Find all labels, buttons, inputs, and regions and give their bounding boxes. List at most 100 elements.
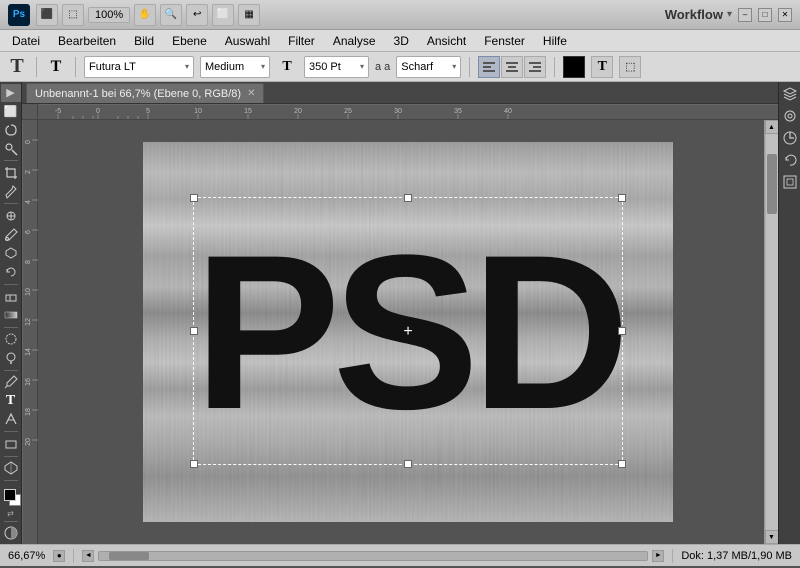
- svg-text:0: 0: [96, 108, 100, 115]
- crop-tool[interactable]: [1, 164, 21, 182]
- canvas-tab[interactable]: Unbenannt-1 bei 66,7% (Ebene 0, RGB/8) ✕: [26, 83, 264, 103]
- svg-text:12: 12: [25, 318, 32, 326]
- hscroll-right-button[interactable]: ►: [652, 550, 664, 562]
- eyedropper-tool[interactable]: [1, 183, 21, 201]
- vscroll-track[interactable]: [766, 134, 778, 530]
- history-state-icon[interactable]: ⬚: [62, 4, 84, 26]
- brush-tool[interactable]: [1, 226, 21, 244]
- view-extras-icon[interactable]: ⬜: [212, 4, 234, 26]
- menu-bild[interactable]: Bild: [126, 32, 162, 50]
- brush-icon: [4, 228, 18, 242]
- adjustments-panel-icon[interactable]: [780, 128, 800, 148]
- align-left-button[interactable]: [478, 56, 500, 78]
- menu-datei[interactable]: Datei: [4, 32, 48, 50]
- gradient-tool[interactable]: [1, 306, 21, 324]
- dodge-tool[interactable]: [1, 349, 21, 367]
- svg-text:40: 40: [504, 108, 512, 115]
- channels-icon: [782, 108, 798, 124]
- path-selection-tool[interactable]: [1, 411, 21, 429]
- character-panel-icon[interactable]: ⬚: [619, 56, 641, 78]
- foreground-color[interactable]: [4, 489, 16, 501]
- shape-icon: [4, 437, 18, 451]
- workflow-label: Workflow: [665, 7, 723, 22]
- blur-tool[interactable]: [1, 330, 21, 348]
- adjustments-icon: [782, 130, 798, 146]
- vertical-scrollbar[interactable]: ▲ ▼: [764, 120, 778, 544]
- close-tab-icon[interactable]: ✕: [247, 88, 255, 99]
- vscroll-up-button[interactable]: ▲: [765, 120, 779, 134]
- aa-dropdown[interactable]: Scharf ▾: [396, 56, 461, 78]
- hscroll-left-button[interactable]: ◄: [82, 550, 94, 562]
- layers-panel-icon[interactable]: [780, 84, 800, 104]
- quick-mask-tool[interactable]: [1, 524, 21, 542]
- shape-tool[interactable]: [1, 435, 21, 453]
- screen-mode-icon[interactable]: ▦: [238, 4, 260, 26]
- eraser-tool[interactable]: [1, 287, 21, 305]
- history-brush-tool[interactable]: [1, 263, 21, 281]
- text-orientation-icon[interactable]: T: [45, 56, 67, 78]
- 3d-tool[interactable]: [1, 460, 21, 478]
- restore-button[interactable]: □: [758, 8, 772, 22]
- menu-filter[interactable]: Filter: [280, 32, 323, 50]
- text-color-swatch[interactable]: [563, 56, 585, 78]
- font-style-dropdown[interactable]: Medium ▾: [200, 56, 270, 78]
- vscroll-down-button[interactable]: ▼: [765, 530, 779, 544]
- tool-sep-2: [4, 203, 18, 204]
- text-tool-icon[interactable]: T: [6, 56, 28, 78]
- color-pair: [1, 486, 21, 504]
- clone-stamp-tool[interactable]: [1, 244, 21, 262]
- tool-sep-1: [4, 160, 18, 161]
- status-arrow-icon[interactable]: ●: [53, 550, 65, 562]
- navigator-panel-icon[interactable]: [780, 172, 800, 192]
- magic-wand-tool[interactable]: [1, 140, 21, 158]
- rotate-icon[interactable]: ↩: [186, 4, 208, 26]
- menu-analyse[interactable]: Analyse: [325, 32, 384, 50]
- aa-label: a a: [375, 61, 390, 73]
- hand-tool-icon[interactable]: ✋: [134, 4, 156, 26]
- menu-ebene[interactable]: Ebene: [164, 32, 215, 50]
- menu-bearbeiten[interactable]: Bearbeiten: [50, 32, 124, 50]
- menu-3d[interactable]: 3D: [386, 32, 417, 50]
- close-button[interactable]: ✕: [778, 8, 792, 22]
- marquee-tool[interactable]: ⬜: [1, 103, 21, 121]
- svg-text:8: 8: [25, 260, 32, 264]
- workflow-arrow-icon[interactable]: ▾: [727, 9, 732, 20]
- tab-title: Unbenannt-1 bei 66,7% (Ebene 0, RGB/8): [35, 88, 241, 100]
- swap-colors-icon[interactable]: ⇄: [7, 509, 14, 518]
- tab-bar: Unbenannt-1 bei 66,7% (Ebene 0, RGB/8) ✕: [22, 82, 778, 104]
- zoom-tool-icon[interactable]: 🔍: [160, 4, 182, 26]
- svg-text:2: 2: [25, 170, 32, 174]
- menu-ansicht[interactable]: Ansicht: [419, 32, 474, 50]
- canvas-container[interactable]: PSD +: [38, 120, 778, 544]
- menu-hilfe[interactable]: Hilfe: [535, 32, 575, 50]
- pen-tool[interactable]: [1, 373, 21, 391]
- vscroll-thumb[interactable]: [767, 154, 777, 214]
- svg-text:4: 4: [25, 200, 32, 204]
- warp-text-icon[interactable]: T: [591, 56, 613, 78]
- menu-auswahl[interactable]: Auswahl: [217, 32, 278, 50]
- font-size-dropdown[interactable]: 66,67% 350 Pt ▾: [304, 56, 369, 78]
- font-family-dropdown[interactable]: Futura LT ▾: [84, 56, 194, 78]
- tool-preset-icon[interactable]: ⬛: [36, 4, 58, 26]
- healing-brush-tool[interactable]: [1, 207, 21, 225]
- tool-sep-7: [4, 456, 18, 457]
- blur-icon: [4, 332, 18, 346]
- psd-canvas: PSD +: [143, 142, 673, 522]
- align-center-button[interactable]: [501, 56, 523, 78]
- history-panel-icon[interactable]: [780, 150, 800, 170]
- minimize-button[interactable]: –: [738, 8, 752, 22]
- align-right-button[interactable]: [524, 56, 546, 78]
- canvas-wrapper: 0 2 4 6 8 10 12 14: [22, 120, 778, 544]
- menu-fenster[interactable]: Fenster: [476, 32, 533, 50]
- hscroll-thumb[interactable]: [109, 552, 149, 560]
- text-tool[interactable]: T: [1, 392, 21, 410]
- pen-icon: [4, 375, 18, 389]
- menu-bar: Datei Bearbeiten Bild Ebene Auswahl Filt…: [0, 30, 800, 52]
- svg-text:18: 18: [25, 408, 32, 416]
- horizontal-scrollbar[interactable]: [98, 551, 648, 561]
- history-brush-icon: [4, 265, 18, 279]
- move-tool[interactable]: ▶: [1, 84, 21, 102]
- lasso-tool[interactable]: [1, 121, 21, 139]
- svg-text:30: 30: [394, 108, 402, 115]
- channels-panel-icon[interactable]: [780, 106, 800, 126]
